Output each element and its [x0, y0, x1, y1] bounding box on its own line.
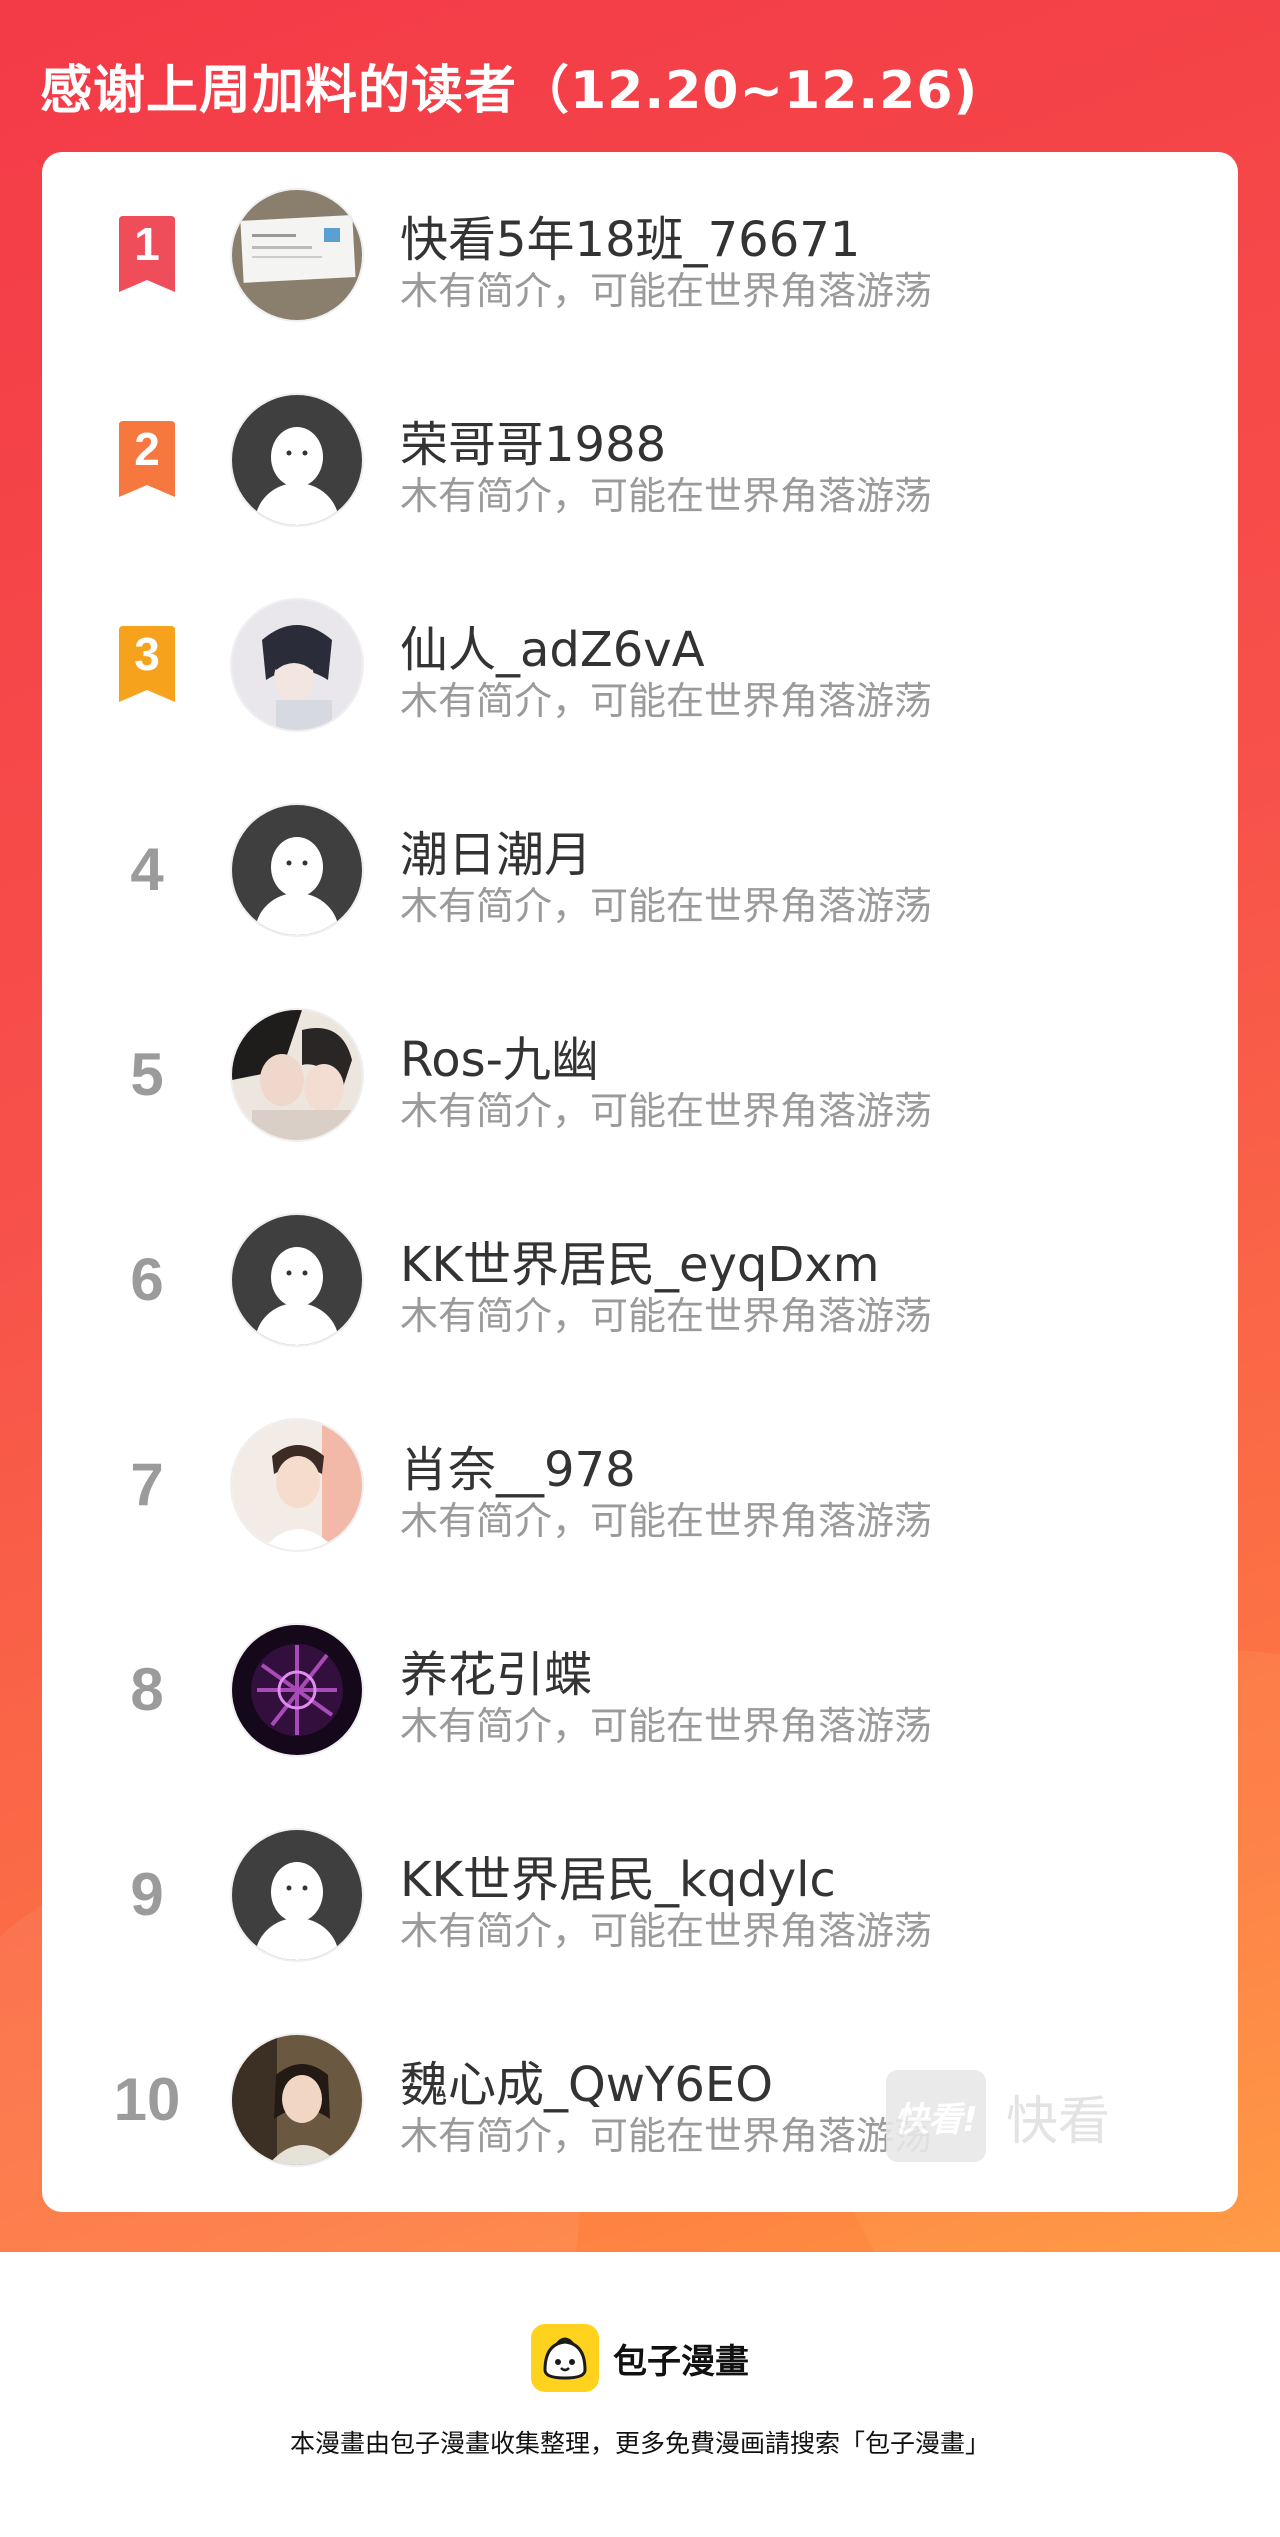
list-item[interactable]: 2 荣哥哥1988 木有简介，可能在世界角落游荡 — [42, 357, 1238, 562]
list-item[interactable]: 6 KK世界居民_eyqDxm 木有简介，可能在世界角落游荡 — [42, 1177, 1238, 1382]
rank-label: 10 — [97, 1997, 197, 2202]
reader-bio: 木有简介，可能在世界角落游荡 — [400, 679, 933, 723]
rank-label: 7 — [97, 1382, 197, 1587]
rank-number: 5 — [130, 1041, 164, 1108]
avatar[interactable] — [230, 1828, 364, 1962]
reader-bio: 木有简介，可能在世界角落游荡 — [400, 1704, 933, 1748]
page-title: 感谢上周加料的读者（12.20~12.26) — [40, 61, 979, 121]
baozi-logo-icon — [531, 2324, 599, 2392]
list-item[interactable]: 3 仙人_adZ6vA 木有简介，可能在世界角落游荡 — [42, 562, 1238, 767]
rank-number: 6 — [130, 1246, 164, 1313]
rank-number: 1 — [134, 217, 160, 270]
avatar[interactable] — [230, 1213, 364, 1347]
brand-name[interactable]: 包子漫畫 — [613, 2334, 749, 2383]
list-item[interactable]: 4 潮日潮月 木有简介，可能在世界角落游荡 — [42, 767, 1238, 972]
rank-label: 9 — [97, 1792, 197, 1997]
list-item[interactable]: 8 养花引蝶 木有简介，可能在世界角落游荡 — [42, 1587, 1238, 1792]
rank-number: 4 — [130, 836, 164, 903]
reader-bio: 木有简介，可能在世界角落游荡 — [400, 1294, 933, 1338]
rank-badge: 1 — [97, 152, 197, 357]
avatar[interactable] — [230, 188, 364, 322]
watermark-text: 快看 — [1006, 2091, 1111, 2152]
avatar[interactable] — [230, 1418, 364, 1552]
rank-label: 8 — [97, 1587, 197, 1792]
rank-number: 2 — [134, 422, 160, 475]
avatar[interactable] — [230, 1008, 364, 1142]
reader-bio: 木有简介，可能在世界角落游荡 — [400, 1499, 933, 1543]
reader-bio: 木有简介，可能在世界角落游荡 — [400, 474, 933, 518]
list-item[interactable]: 9 KK世界居民_kqdylc 木有简介，可能在世界角落游荡 — [42, 1792, 1238, 1997]
rank-label: 4 — [97, 767, 197, 972]
footer-brand[interactable]: 包子漫畫 — [0, 2322, 1280, 2394]
reader-bio: 木有简介，可能在世界角落游荡 — [400, 1089, 933, 1133]
avatar[interactable] — [230, 393, 364, 527]
rank-number: 3 — [134, 627, 160, 680]
footer-note: 本漫畫由包子漫畫收集整理，更多免費漫画請搜索「包子漫畫」 — [289, 2429, 990, 2458]
rank-number: 8 — [130, 1656, 164, 1723]
avatar[interactable] — [230, 2033, 364, 2167]
rank-number: 9 — [130, 1861, 164, 1928]
rank-label: 5 — [97, 972, 197, 1177]
avatar[interactable] — [230, 1623, 364, 1757]
rank-label: 6 — [97, 1177, 197, 1382]
header-banner: 感谢上周加料的读者（12.20~12.26) 1 快看 5年18班_76671 木… — [0, 0, 1280, 2252]
avatar[interactable] — [230, 803, 364, 937]
avatar[interactable] — [230, 598, 364, 732]
rank-badge: 3 — [97, 562, 197, 767]
list-item[interactable]: 1 快看5年18班_76671 木有简介，可能在世界角落游荡 — [42, 152, 1238, 357]
kuaikan-logo-icon: 快看! — [886, 2070, 986, 2162]
list-item[interactable]: 7 肖奈__978 木有简介，可能在世界角落游荡 — [42, 1382, 1238, 1587]
reader-bio: 木有简介，可能在世界角落游荡 — [400, 269, 933, 313]
reader-bio: 木有简介，可能在世界角落游荡 — [400, 884, 933, 928]
ribbon-badge-icon: 1 — [113, 215, 181, 294]
reader-bio: 木有简介，可能在世界角落游荡 — [400, 1909, 933, 1953]
reader-bio: 木有简介，可能在世界角落游荡 — [400, 2114, 933, 2158]
ribbon-badge-icon: 2 — [113, 420, 181, 499]
rank-number: 7 — [130, 1451, 164, 1518]
reader-list-card: 1 快看5年18班_76671 木有简介，可能在世界角落游荡 2 荣哥哥1988… — [42, 152, 1238, 2212]
ribbon-badge-icon: 3 — [113, 625, 181, 704]
kuaikan-watermark: 快看! 快看 — [886, 2070, 1110, 2162]
rank-badge: 2 — [97, 357, 197, 562]
list-item[interactable]: 5 Ros-九幽 木有简介，可能在世界角落游荡 — [42, 972, 1238, 1177]
rank-number: 10 — [113, 2066, 181, 2133]
